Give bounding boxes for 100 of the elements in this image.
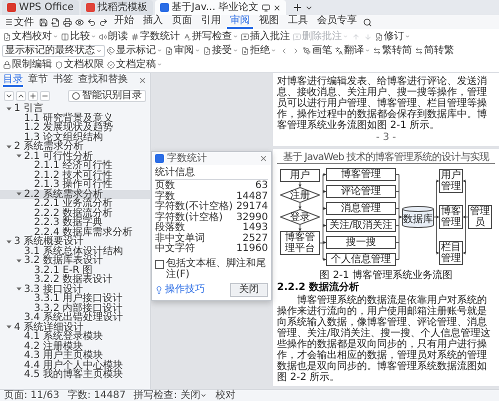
- menu-tab[interactable]: 插入: [140, 15, 166, 29]
- document-icon: [160, 3, 169, 12]
- panel-tab[interactable]: 书签: [53, 74, 73, 87]
- smart-toc-button[interactable]: 智能识别目录: [68, 90, 146, 102]
- outline-item[interactable]: 4.5 我的博客主页模块: [0, 370, 150, 380]
- ribbon-button[interactable]: 朗读: [98, 30, 129, 43]
- outline-item[interactable]: 3.3.2 内部接口设计: [0, 304, 150, 313]
- outline-item[interactable]: 2.2.4 数据库需求分析: [0, 228, 150, 237]
- outline-item[interactable]: 3.3.1 用户接口设计: [0, 294, 150, 304]
- outline-item[interactable]: 2.1.1 经济可行性: [0, 161, 150, 170]
- outline-item[interactable]: 2.1 可行性分析: [0, 152, 150, 161]
- menu-tab[interactable]: 工具: [285, 15, 311, 29]
- ribbon-button[interactable]: 修订: [374, 30, 411, 43]
- outline-item[interactable]: 4 系统详细设计: [0, 322, 150, 332]
- ribbon-button[interactable]: 显示标记: [106, 44, 163, 57]
- outline-item[interactable]: 1.2 发展现状及趋势: [0, 123, 150, 132]
- expand-arrow-icon[interactable]: [6, 106, 12, 112]
- lock-icon: [3, 60, 11, 68]
- expand-arrow-icon[interactable]: [6, 324, 12, 330]
- process-box: 用户: [280, 169, 320, 182]
- expand-arrow-icon[interactable]: [16, 258, 22, 264]
- ribbon-button[interactable]: 审阅: [164, 44, 201, 57]
- outline-item[interactable]: 4.3 用户主页模块: [0, 351, 150, 360]
- undo-icon[interactable]: [87, 18, 96, 26]
- outline-item[interactable]: 1 引言: [0, 104, 150, 114]
- outline-item[interactable]: 3.4 系统出错处理设计: [0, 313, 150, 322]
- outline-item[interactable]: 2.1.2 技术可行性: [0, 170, 150, 180]
- outline-item[interactable]: 3.1 系统总体设计结构: [0, 246, 150, 256]
- markup-dropdown[interactable]: 显示标记的最终状态: [2, 44, 105, 56]
- include-checkbox[interactable]: 包括文本框、脚注和尾注(F): [155, 258, 268, 280]
- ribbon-button[interactable]: 画笔: [302, 44, 333, 57]
- export-icon[interactable]: [51, 18, 60, 26]
- outline-item[interactable]: 2.2.2 数据流分析: [0, 208, 150, 218]
- outline-item[interactable]: 1.3 论文组织结构: [0, 132, 150, 142]
- figure-caption: 图 2-1 博客管理系统业务流图: [320, 270, 452, 281]
- close-button[interactable]: 关闭: [230, 282, 268, 296]
- ribbon-button[interactable]: 比较: [60, 30, 97, 43]
- document-check-icon: [3, 32, 11, 40]
- spellcheck-icon: [183, 32, 191, 40]
- expand-arrow-icon[interactable]: [16, 191, 22, 198]
- file-menu[interactable]: 文件: [3, 15, 36, 29]
- outline-item[interactable]: 3.2.2 数据表设计: [0, 275, 150, 284]
- outline-item[interactable]: 2.1.3 操作可行性: [0, 180, 150, 190]
- outline-item[interactable]: 2.2.3 数据字典: [0, 218, 150, 228]
- add-button[interactable]: [28, 91, 38, 101]
- expand-arrow-icon[interactable]: [16, 153, 22, 160]
- tips-link[interactable]: 操作技巧: [155, 284, 205, 295]
- window-tab[interactable]: WPS Office: [2, 0, 79, 15]
- proofread-button[interactable]: 校对: [215, 390, 236, 401]
- menu-tab[interactable]: 开始: [111, 15, 137, 29]
- process-box: 管理员: [468, 205, 492, 229]
- swap-icon: [373, 46, 381, 54]
- spellcheck-toggle[interactable]: 拼写检查: 关闭: [134, 390, 208, 401]
- ribbon-button[interactable]: 翻译: [334, 44, 371, 57]
- close-icon[interactable]: [272, 4, 281, 12]
- ribbon-button[interactable]: 字数统计: [130, 30, 181, 43]
- panel-tab[interactable]: 查找和替换: [78, 74, 128, 87]
- window-tab[interactable]: 基于Jav... 毕业论文: [154, 0, 286, 15]
- outline-item[interactable]: 2 系统需求分析: [0, 142, 150, 152]
- outline-item[interactable]: 2.2.1 业务流分析: [0, 199, 150, 208]
- monitor-icon[interactable]: [262, 4, 270, 12]
- panel-tab[interactable]: 目录: [3, 74, 23, 87]
- outline-item[interactable]: 1.1 研究背景及意义: [0, 114, 150, 123]
- ribbon-button[interactable]: 拒绝: [240, 44, 277, 57]
- outline-item[interactable]: 3.2.1 E-R 图: [0, 266, 150, 275]
- menu-tab[interactable]: 视图: [256, 15, 282, 29]
- outline-item[interactable]: 3 系统概要设计: [0, 237, 150, 246]
- menu-tab[interactable]: 会员专享: [314, 15, 360, 29]
- save-icon[interactable]: [39, 18, 48, 26]
- stat-label: 字符数(计空格): [155, 212, 223, 222]
- pen-icon: [303, 46, 311, 54]
- menu-tab[interactable]: 页面: [169, 15, 195, 29]
- remove-button[interactable]: [40, 91, 50, 101]
- redo-icon[interactable]: [99, 18, 108, 26]
- ribbon-button[interactable]: 插入批注: [240, 30, 291, 43]
- window-tab[interactable]: 找稻壳模板: [80, 0, 153, 15]
- ribbon-button[interactable]: 简转繁: [414, 44, 455, 57]
- document-x-icon: [241, 46, 249, 54]
- expand-arrow-icon[interactable]: [6, 238, 12, 245]
- ribbon-button[interactable]: 文档定稿: [106, 58, 163, 71]
- panel-tab[interactable]: 章节: [28, 74, 48, 87]
- outline-item[interactable]: 4.4 用户个人中心模块: [0, 360, 150, 370]
- print-icon[interactable]: [63, 18, 72, 26]
- outline-item[interactable]: 2.2 系统需求分析: [0, 190, 150, 199]
- outline-item[interactable]: 4.1 系统登录模块: [0, 332, 150, 342]
- ribbon-button[interactable]: 接受: [202, 44, 239, 57]
- outline-item[interactable]: 3.3 接口设计: [0, 284, 150, 294]
- outline-item[interactable]: 4.2 注册模块: [0, 342, 150, 351]
- ribbon-button[interactable]: 限制编辑: [2, 58, 53, 71]
- ribbon-button[interactable]: 文档权限: [54, 58, 105, 71]
- outline-item[interactable]: 3.2 数据库表设计: [0, 256, 150, 266]
- expand-arrow-icon[interactable]: [6, 144, 12, 150]
- search-icon[interactable]: [363, 18, 372, 26]
- ribbon-button[interactable]: 文档校对: [2, 30, 59, 43]
- expand-arrow-icon[interactable]: [16, 286, 22, 292]
- ribbon-button[interactable]: 拼写检查: [182, 30, 239, 43]
- new-tab-icon[interactable]: [292, 2, 303, 13]
- ribbon-button[interactable]: 繁转简: [372, 44, 413, 57]
- menu-tab[interactable]: 引用: [198, 15, 224, 29]
- preview-icon[interactable]: [75, 18, 84, 26]
